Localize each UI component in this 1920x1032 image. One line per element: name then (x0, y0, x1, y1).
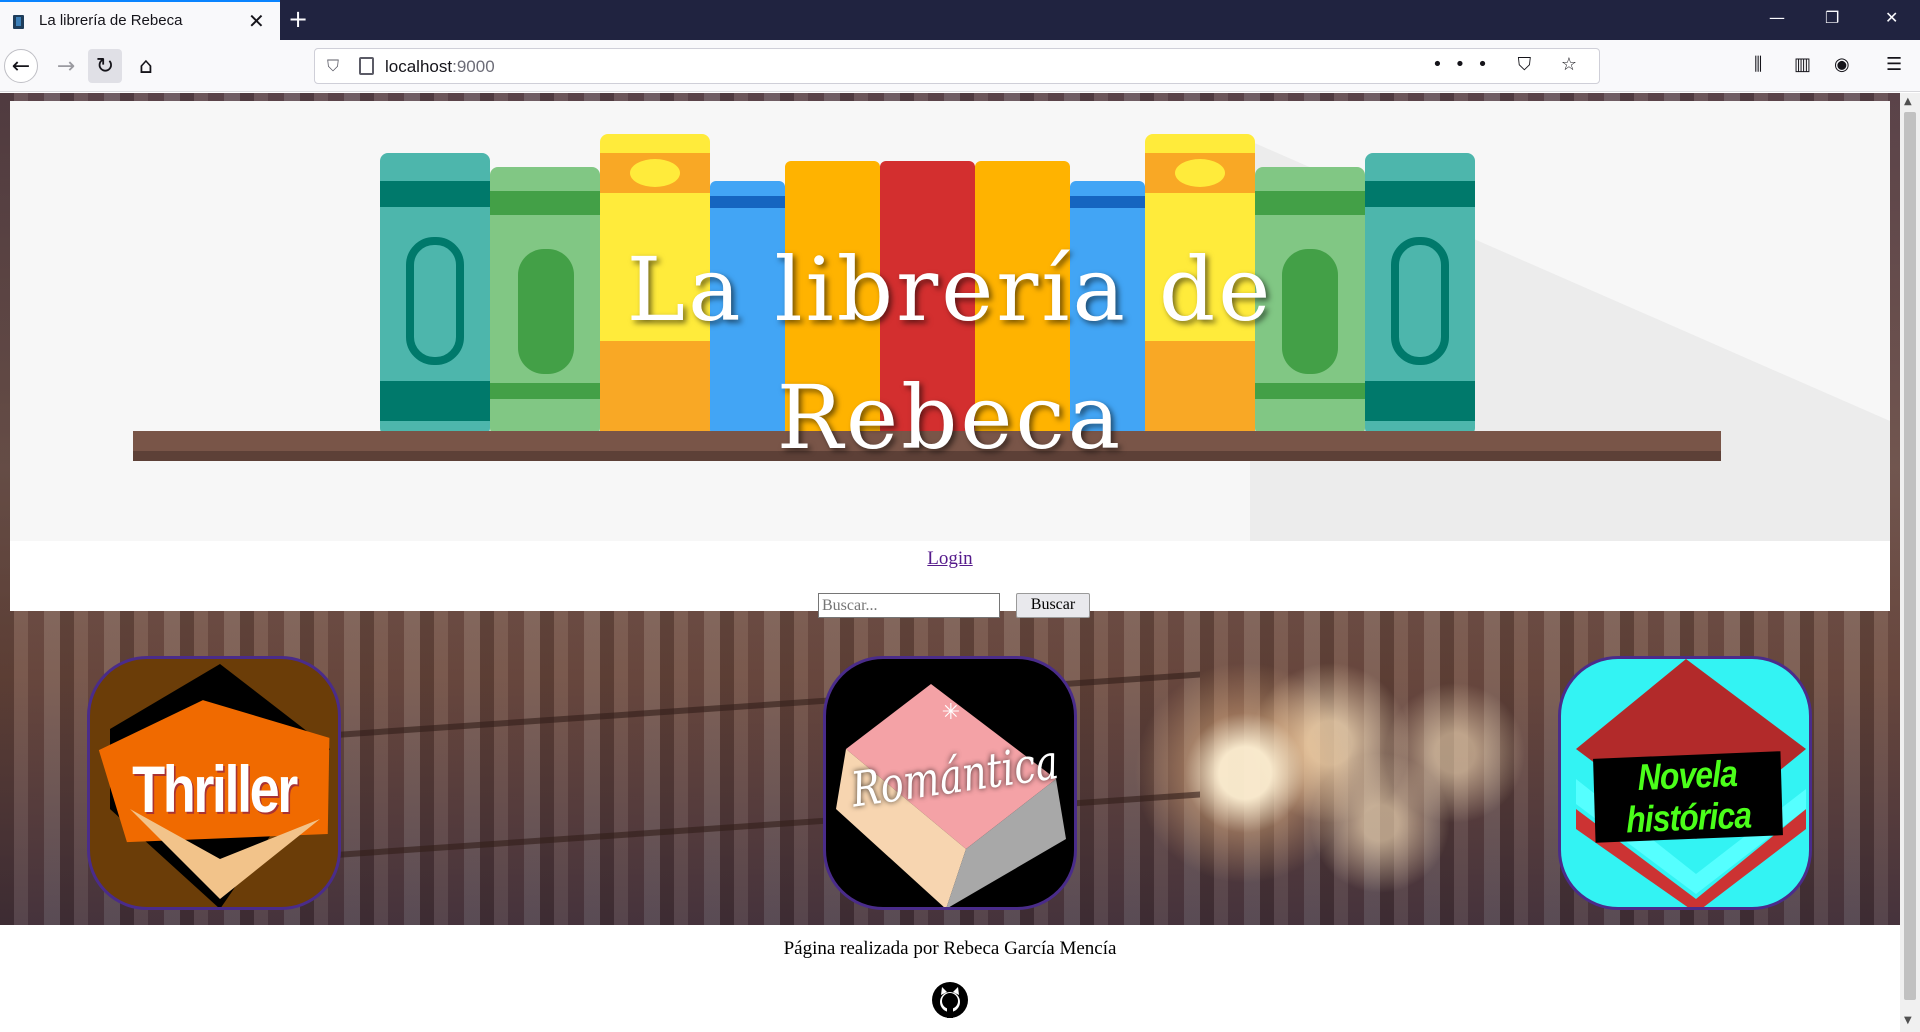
url-text[interactable]: localhost:9000 (385, 57, 495, 77)
search-button[interactable]: Buscar (1016, 593, 1090, 618)
sidebar-icon[interactable]: ▥ (1794, 54, 1811, 75)
footer-credit: Página realizada por Rebeca García Mencí… (783, 938, 1117, 959)
header: La librería de Rebeca Login Buscar (10, 101, 1890, 618)
address-bar[interactable]: ⛉ localhost:9000 ••• ⛉ ☆ (314, 48, 1600, 84)
footer: Página realizada por Rebeca García Mencí… (0, 925, 1900, 1032)
menu-icon[interactable]: ☰ (1886, 54, 1902, 75)
genre-historica-label: Novela histórica (1593, 751, 1783, 843)
restore-icon[interactable]: ❐ (1825, 8, 1839, 27)
page-info-icon[interactable] (359, 57, 374, 75)
genre-thriller-label: Thriller (132, 752, 298, 826)
banner-title-line-2: Rebeca (776, 366, 1124, 469)
scrollbar-thumb[interactable] (1904, 112, 1916, 1000)
close-window-icon[interactable]: ✕ (1885, 8, 1898, 27)
page-viewport: La librería de Rebeca Login Buscar Thril… (0, 93, 1900, 1032)
book-favicon-icon (13, 15, 24, 29)
genre-historica-tile[interactable]: Novela histórica (1558, 656, 1812, 910)
search-input[interactable] (818, 593, 1000, 618)
banner-title: La librería de Rebeca (10, 226, 1890, 482)
scroll-down-icon[interactable]: ▼ (1904, 1015, 1912, 1026)
url-port: :9000 (452, 57, 495, 76)
forward-icon[interactable]: → (49, 49, 83, 83)
vertical-scrollbar[interactable]: ▲ ▼ (1900, 93, 1920, 1032)
active-tab[interactable]: La librería de Rebeca ✕ (0, 0, 280, 40)
login-link[interactable]: Login (10, 548, 1890, 570)
library-icon[interactable]: ⫼ (1754, 54, 1762, 75)
banner-title-line-1: La librería de (626, 238, 1274, 341)
genre-romantica-tile[interactable]: ✳ Romántica (823, 656, 1077, 910)
tab-title: La librería de Rebeca (39, 12, 183, 29)
back-icon[interactable]: ← (4, 49, 38, 83)
new-tab-icon[interactable]: + (288, 5, 308, 33)
github-icon[interactable] (932, 982, 968, 1018)
navigation-toolbar: ← → ↻ ⌂ ⛉ localhost:9000 ••• ⛉ ☆ ⫼ ▥ ◉ ☰ (0, 40, 1920, 92)
url-host: localhost (385, 57, 453, 76)
tracking-shield-icon[interactable]: ⛉ (327, 56, 339, 76)
svg-text:✳: ✳ (942, 700, 960, 725)
account-icon[interactable]: ◉ (1834, 54, 1850, 75)
home-icon[interactable]: ⌂ (129, 49, 163, 83)
genre-thriller-tile[interactable]: Thriller (87, 656, 341, 910)
minimize-icon[interactable]: — (1769, 8, 1785, 27)
scroll-up-icon[interactable]: ▲ (1904, 96, 1912, 107)
banner-image: La librería de Rebeca (10, 101, 1890, 541)
tab-strip: La librería de Rebeca ✕ + — ❐ ✕ (0, 0, 1920, 40)
page-actions-icons[interactable]: ••• ⛉ ☆ (1432, 54, 1589, 75)
close-tab-icon[interactable]: ✕ (248, 9, 265, 34)
reload-icon[interactable]: ↻ (88, 49, 122, 83)
